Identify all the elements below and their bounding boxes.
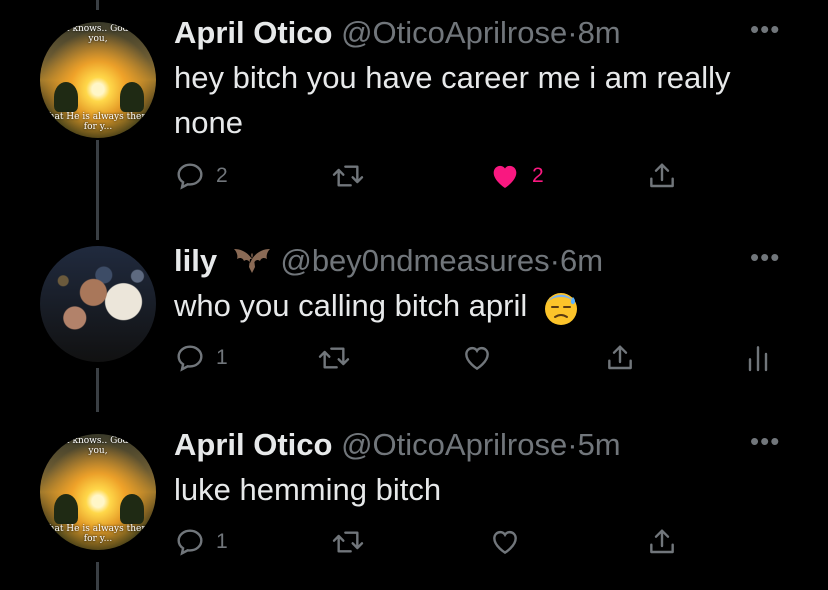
display-name[interactable]: lily	[174, 243, 217, 278]
like-button[interactable]: 2	[488, 160, 544, 192]
heart-icon	[493, 530, 517, 555]
tweet-text-row: who you calling bitch april	[174, 283, 794, 328]
tweet[interactable]: ...man knows.. God loves you, that He is…	[0, 0, 828, 210]
display-name[interactable]: April Otico	[174, 15, 332, 50]
avatar[interactable]	[40, 246, 156, 362]
tweet-text: hey bitch you have career me i am really…	[174, 60, 731, 140]
share-button[interactable]	[646, 160, 678, 192]
avatar-bottom-text: that He is always there for y...	[45, 524, 151, 544]
reply-icon	[177, 163, 203, 190]
like-count: 2	[532, 164, 544, 187]
reply-button[interactable]: 2	[174, 160, 228, 192]
retweet-icon	[332, 531, 364, 553]
separator-dot: ·	[567, 427, 578, 462]
tree-shape	[120, 82, 144, 112]
more-icon[interactable]: •••	[750, 242, 780, 273]
heart-icon	[493, 165, 517, 188]
timestamp[interactable]: 5m	[578, 427, 621, 462]
timestamp[interactable]: 6m	[560, 243, 603, 278]
share-icon	[650, 529, 674, 554]
share-icon	[650, 163, 674, 188]
retweet-icon	[318, 347, 350, 369]
reply-count: 1	[216, 530, 228, 553]
tweet-header: April Otico @OticoAprilrose·8m	[174, 16, 621, 50]
timestamp[interactable]: 8m	[578, 15, 621, 50]
reply-count: 1	[216, 346, 228, 369]
heart-icon	[465, 346, 489, 371]
avatar-bottom-text: that He is always there for y...	[45, 112, 151, 132]
avatar-top-text: ...man knows.. God loves you,	[41, 436, 155, 456]
reply-icon	[177, 529, 203, 556]
separator-dot: ·	[549, 243, 560, 278]
reply-count: 2	[216, 164, 228, 187]
more-icon[interactable]: •••	[750, 14, 780, 45]
reply-icon	[177, 345, 203, 372]
reply-button[interactable]: 1	[174, 526, 228, 558]
share-button[interactable]	[604, 342, 636, 374]
like-button[interactable]	[488, 526, 522, 558]
share-icon	[608, 345, 632, 370]
avatar[interactable]: ...man knows.. God loves you, that He is…	[40, 434, 156, 550]
user-handle[interactable]: @OticoAprilrose	[341, 427, 567, 462]
tree-shape	[54, 494, 78, 524]
retweet-button[interactable]	[330, 526, 366, 558]
user-handle[interactable]: @OticoAprilrose	[341, 15, 567, 50]
action-bar: 1	[174, 526, 774, 562]
more-icon[interactable]: •••	[750, 426, 780, 457]
avatar-top-text: ...man knows.. God loves you,	[41, 24, 155, 44]
tree-shape	[120, 494, 144, 524]
display-name[interactable]: April Otico	[174, 427, 332, 462]
bat-icon	[233, 248, 270, 273]
analytics-icon	[748, 346, 768, 372]
user-handle[interactable]: @bey0ndmeasures	[280, 243, 549, 278]
tree-shape	[54, 82, 78, 112]
tweet-header: lily @bey0ndmeasures·6m	[174, 244, 603, 280]
avatar[interactable]: ...man knows.. God loves you, that He is…	[40, 22, 156, 138]
separator-dot: ·	[567, 15, 578, 50]
tweet-header: April Otico @OticoAprilrose·5m	[174, 428, 621, 462]
analytics-button[interactable]	[744, 342, 772, 374]
tweet-text: who you calling bitch april	[174, 288, 528, 323]
share-button[interactable]	[646, 526, 678, 558]
like-button[interactable]	[460, 342, 494, 374]
tweet[interactable]: lily @bey0ndmeasures·6m ••• who you call…	[0, 228, 828, 398]
tweet[interactable]: ...man knows.. God loves you, that He is…	[0, 412, 828, 590]
retweet-button[interactable]	[316, 342, 352, 374]
tweet-text: luke hemming bitch	[174, 472, 442, 507]
action-bar: 2 2	[174, 160, 774, 196]
retweet-icon	[332, 165, 364, 187]
reply-button[interactable]: 1	[174, 342, 228, 374]
action-bar: 1	[174, 342, 774, 378]
downcast-face-with-sweat-icon	[544, 292, 577, 325]
retweet-button[interactable]	[330, 160, 366, 192]
